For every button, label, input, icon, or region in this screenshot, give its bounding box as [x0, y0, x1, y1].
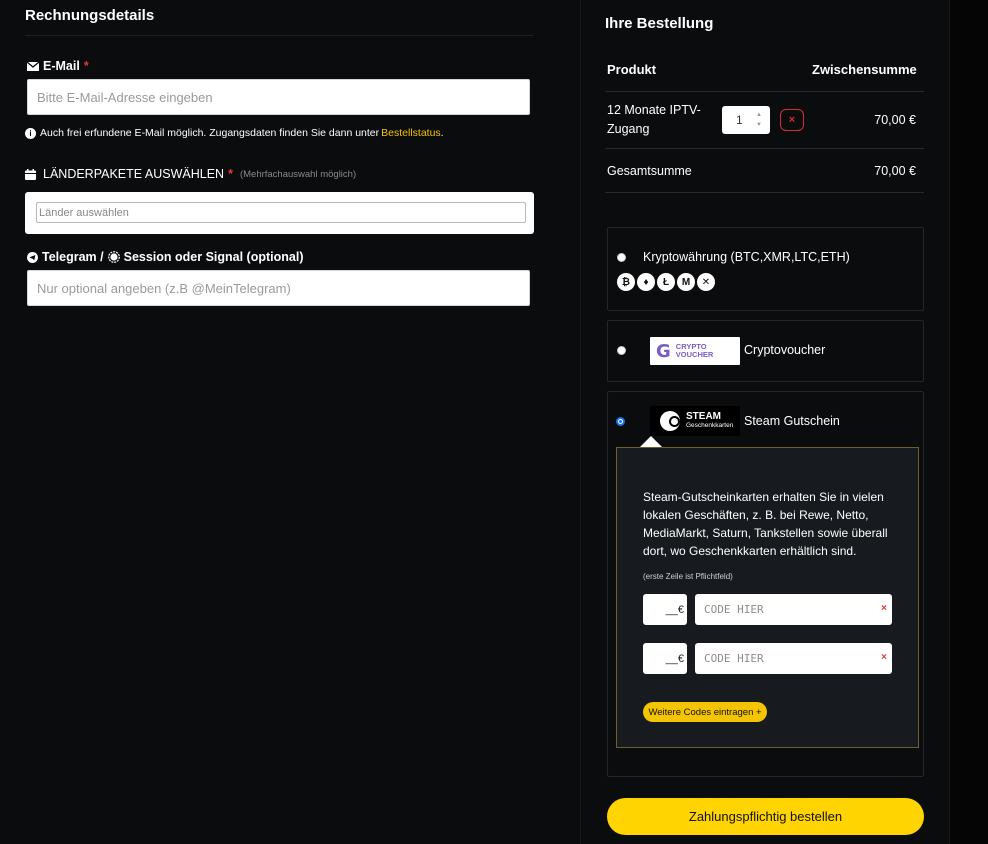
code-input[interactable]: CODE HIER ×: [695, 594, 892, 625]
code-placeholder: CODE HIER: [704, 603, 764, 616]
order-title: Ihre Bestellung: [605, 15, 714, 32]
required-mark: *: [83, 59, 89, 73]
quantity-stepper[interactable]: 1 ▲ ▼: [722, 106, 770, 134]
countries-select[interactable]: Länder auswählen: [25, 192, 534, 234]
billing-title: Rechnungsdetails: [25, 7, 155, 24]
spinner-arrows[interactable]: ▲ ▼: [756, 111, 765, 129]
xrp-icon: ✕: [697, 273, 715, 291]
messenger-label-b: Session oder Signal (optional): [123, 250, 304, 264]
panel-pointer: [640, 436, 662, 447]
amount-field[interactable]: __€: [643, 643, 687, 674]
order-status-link[interactable]: Bestellstatus: [381, 127, 441, 139]
email-label-row: E-Mail *: [27, 59, 89, 73]
telegram-icon: [27, 251, 38, 263]
code-placeholder: CODE HIER: [704, 652, 764, 665]
mandatory-note: (erste Zeile ist Pflichtfeld): [643, 572, 733, 581]
bitcoin-icon: ₿: [617, 273, 635, 291]
countries-label-row: LÄNDERPAKETE AUSWÄHLEN * (Mehrfachauswah…: [25, 167, 356, 181]
clear-icon[interactable]: ×: [881, 603, 887, 614]
envelope-icon: [27, 61, 39, 71]
email-field[interactable]: Bitte E-Mail-Adresse eingeben: [27, 79, 530, 115]
crypto-coin-icons: ₿ ♦ Ł M ✕: [617, 273, 715, 291]
column-subtotal: Zwischensumme: [812, 62, 917, 77]
radio-steam[interactable]: [616, 417, 625, 426]
divider: [605, 192, 924, 193]
item-price: 70,00 €: [874, 113, 916, 127]
payment-label-steam: Steam Gutschein: [744, 414, 840, 428]
messenger-label-a: Telegram /: [42, 250, 104, 264]
calendar-icon: [25, 168, 36, 180]
cryptovoucher-logo-text: CRYPTO VOUCHER: [675, 342, 714, 359]
email-info: i Auch frei erfundene E-Mail möglich. Zu…: [25, 127, 444, 139]
messenger-field[interactable]: Nur optional angeben (z.B @MeinTelegram): [27, 270, 530, 306]
messenger-label-row: Telegram / Session oder Signal (optional…: [27, 250, 304, 264]
quantity-value: 1: [736, 113, 743, 127]
amount-field[interactable]: __€: [643, 594, 687, 625]
countries-hint: (Mehrfachauswahl möglich): [239, 168, 357, 180]
total-label: Gesamtsumme: [607, 164, 692, 178]
divider: [605, 91, 924, 92]
steam-logo-text: STEAM: [686, 411, 721, 422]
email-info-text: Auch frei erfundene E-Mail möglich. Zuga…: [40, 127, 380, 139]
email-placeholder: Bitte E-Mail-Adresse eingeben: [37, 89, 213, 105]
cryptovoucher-logo-mark: G: [656, 340, 671, 362]
column-product: Produkt: [607, 62, 657, 77]
cryptovoucher-logo: G CRYPTO VOUCHER: [650, 337, 740, 365]
ethereum-icon: ♦: [637, 273, 655, 291]
total-value: 70,00 €: [874, 164, 916, 178]
email-label: E-Mail: [43, 59, 80, 73]
chevron-down-icon[interactable]: ▼: [756, 121, 765, 129]
info-icon: i: [25, 127, 36, 139]
payment-label-cryptovoucher: Cryptovoucher: [744, 343, 826, 357]
email-info-end: .: [440, 127, 444, 139]
steam-description: Steam-Gutscheinkarten erhalten Sie in vi…: [643, 490, 888, 558]
place-order-button[interactable]: Zahlungspflichtig bestellen: [607, 798, 924, 835]
required-mark: *: [228, 167, 233, 181]
payment-option-crypto[interactable]: [607, 227, 924, 311]
monero-icon: M: [677, 273, 695, 291]
clear-icon[interactable]: ×: [881, 652, 887, 663]
divider: [605, 148, 924, 149]
remove-item-button[interactable]: ×: [780, 109, 804, 131]
radio-cryptovoucher[interactable]: [617, 346, 626, 355]
steam-icon: [660, 411, 680, 431]
chevron-up-icon[interactable]: ▲: [756, 111, 765, 119]
add-more-codes-button[interactable]: Weitere Codes eintragen +: [643, 702, 767, 722]
messenger-placeholder: Nur optional angeben (z.B @MeinTelegram): [37, 280, 291, 296]
signal-icon: [107, 251, 120, 263]
radio-crypto[interactable]: [617, 253, 626, 262]
divider: [25, 35, 533, 36]
countries-search-input[interactable]: Länder auswählen: [36, 202, 526, 223]
product-name: 12 Monate IPTV-Zugang: [607, 103, 701, 136]
code-input[interactable]: CODE HIER ×: [695, 643, 892, 674]
page-edge: [966, 0, 988, 844]
steam-logo-subtext: Geschenkkarten: [686, 422, 734, 429]
countries-placeholder: Länder auswählen: [39, 206, 129, 219]
payment-label-crypto: Kryptowährung (BTC,XMR,LTC,ETH): [643, 250, 850, 264]
steam-logo: STEAM Geschenkkarten: [650, 406, 740, 436]
litecoin-icon: Ł: [657, 273, 675, 291]
countries-label: LÄNDERPAKETE AUSWÄHLEN: [43, 167, 225, 181]
